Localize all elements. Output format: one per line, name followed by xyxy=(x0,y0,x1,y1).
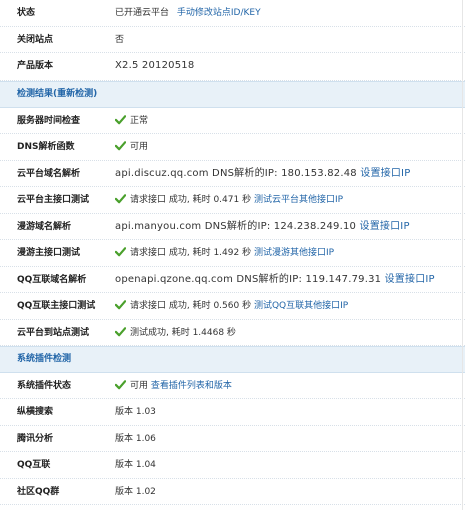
status-label: 状态 xyxy=(17,8,36,18)
row-text: 测试成功, 耗时 1.4468 秒 xyxy=(130,327,236,338)
status-text: 已开通云平台 xyxy=(115,8,170,18)
row-text: api.discuz.qq.com DNS解析的IP: 180.153.82.4… xyxy=(115,167,357,179)
row-label: 社区QQ群 xyxy=(17,486,60,497)
row-value: 可用 查看插件列表和版本 xyxy=(115,373,232,399)
row-text: 请求接口 成功, 耗时 1.492 秒 xyxy=(130,248,252,258)
row-text: api.manyou.com DNS解析的IP: 124.238.249.10 xyxy=(115,220,357,232)
product-version-value: X2.5 20120518 xyxy=(115,60,195,71)
close-site-label: 关闭站点 xyxy=(17,34,54,45)
right-border-divider xyxy=(462,0,463,510)
row-label: 系统插件状态 xyxy=(17,380,72,391)
system-plugin-section-header: 系统插件检测 xyxy=(0,346,465,373)
row-label: DNS解析函数 xyxy=(17,142,75,152)
row-label: 服务器时间检查 xyxy=(17,115,81,126)
modify-site-id-key-link[interactable]: 手动修改站点ID/KEY xyxy=(177,8,261,18)
view-plugin-list-link[interactable]: 查看插件列表和版本 xyxy=(151,381,232,391)
dns-function-row: DNS解析函数 可用 xyxy=(0,134,465,161)
row-value: 版本 1.04 xyxy=(115,460,156,470)
product-version-label: 产品版本 xyxy=(17,61,54,71)
row-value: api.manyou.com DNS解析的IP: 124.238.249.10 … xyxy=(115,214,410,240)
plugin-row: QQ互联 版本 1.04 xyxy=(0,452,465,479)
check-results-section-header: 检测结果(重新检测) xyxy=(0,81,465,108)
row-value: 可用 xyxy=(115,134,148,160)
qq-connect-domain-resolve-row: QQ互联域名解析 openapi.qzone.qq.com DNS解析的IP: … xyxy=(0,267,465,293)
row-label: QQ互联主接口测试 xyxy=(17,301,96,311)
plugin-row: 社区QQ群 版本 1.02 xyxy=(0,479,465,505)
set-interface-ip-link[interactable]: 设置接口IP xyxy=(360,221,410,232)
row-text: 可用 xyxy=(130,142,149,152)
section-title: 系统插件检测 xyxy=(17,354,72,364)
row-text: 请求接口 成功, 耗时 0.471 秒 xyxy=(130,195,252,205)
manyou-main-interface-test-row: 漫游主接口测试 请求接口 成功, 耗时 1.492 秒 测试漫游其他接口IP xyxy=(0,240,465,267)
row-label: 漫游域名解析 xyxy=(17,221,72,232)
test-other-manyou-ip-link[interactable]: 测试漫游其他接口IP xyxy=(254,248,334,258)
row-value: 请求接口 成功, 耗时 0.560 秒 测试QQ互联其他接口IP xyxy=(115,293,348,319)
system-plugin-status-row: 系统插件状态 可用 查看插件列表和版本 xyxy=(0,373,465,399)
row-label: 云平台主接口测试 xyxy=(17,195,90,205)
row-label: 漫游主接口测试 xyxy=(17,248,81,258)
set-interface-ip-link[interactable]: 设置接口IP xyxy=(360,168,410,179)
check-icon xyxy=(115,300,126,310)
check-icon xyxy=(115,114,126,124)
cloud-domain-resolve-row: 云平台域名解析 api.discuz.qq.com DNS解析的IP: 180.… xyxy=(0,161,465,187)
recheck-title-link[interactable]: 检测结果(重新检测) xyxy=(17,82,97,107)
check-icon xyxy=(115,141,126,151)
test-other-qq-connect-ip-link[interactable]: 测试QQ互联其他接口IP xyxy=(254,301,348,311)
row-value: 请求接口 成功, 耗时 1.492 秒 测试漫游其他接口IP xyxy=(115,240,334,266)
set-interface-ip-link[interactable]: 设置接口IP xyxy=(385,274,435,285)
row-label: QQ互联域名解析 xyxy=(17,274,87,285)
cloud-main-interface-test-row: 云平台主接口测试 请求接口 成功, 耗时 0.471 秒 测试云平台其他接口IP xyxy=(0,187,465,214)
row-value: openapi.qzone.qq.com DNS解析的IP: 119.147.7… xyxy=(115,267,435,293)
test-other-cloud-ip-link[interactable]: 测试云平台其他接口IP xyxy=(254,195,343,205)
row-label: QQ互联 xyxy=(17,460,51,470)
row-label: 腾讯分析 xyxy=(17,433,54,444)
row-value: 测试成功, 耗时 1.4468 秒 xyxy=(115,320,236,346)
manyou-domain-resolve-row: 漫游域名解析 api.manyou.com DNS解析的IP: 124.238.… xyxy=(0,214,465,240)
row-label: 纵横搜索 xyxy=(17,407,54,417)
close-site-row: 关闭站点 否 xyxy=(0,27,465,53)
row-text: 请求接口 成功, 耗时 0.560 秒 xyxy=(130,301,252,311)
row-value: 请求接口 成功, 耗时 0.471 秒 测试云平台其他接口IP xyxy=(115,187,343,213)
row-label: 云平台到站点测试 xyxy=(17,327,90,338)
row-value: 版本 1.02 xyxy=(115,486,156,497)
cloud-platform-diagnostics-panel: 状态 已开通云平台 手动修改站点ID/KEY 关闭站点 否 产品版本 X2.5 … xyxy=(0,0,465,505)
check-icon xyxy=(115,379,126,389)
check-icon xyxy=(115,194,126,204)
row-label: 云平台域名解析 xyxy=(17,168,81,179)
row-text: 正常 xyxy=(130,115,149,126)
row-value: 版本 1.03 xyxy=(115,407,156,417)
row-text: openapi.qzone.qq.com DNS解析的IP: 119.147.7… xyxy=(115,273,382,285)
check-icon xyxy=(115,247,126,257)
close-site-value: 否 xyxy=(115,34,125,45)
row-text: 可用 xyxy=(130,380,149,391)
server-time-check-row: 服务器时间检查 正常 xyxy=(0,108,465,134)
status-value: 已开通云平台 手动修改站点ID/KEY xyxy=(115,0,261,26)
row-value: 版本 1.06 xyxy=(115,433,156,444)
plugin-row: 腾讯分析 版本 1.06 xyxy=(0,426,465,452)
cloud-to-site-test-row: 云平台到站点测试 测试成功, 耗时 1.4468 秒 xyxy=(0,320,465,346)
status-row: 状态 已开通云平台 手动修改站点ID/KEY xyxy=(0,0,465,27)
product-version-row: 产品版本 X2.5 20120518 xyxy=(0,53,465,81)
row-value: api.discuz.qq.com DNS解析的IP: 180.153.82.4… xyxy=(115,161,410,187)
row-value: 正常 xyxy=(115,108,148,134)
check-icon xyxy=(115,326,126,336)
qq-connect-main-interface-test-row: QQ互联主接口测试 请求接口 成功, 耗时 0.560 秒 测试QQ互联其他接口… xyxy=(0,293,465,320)
plugin-row: 纵横搜索 版本 1.03 xyxy=(0,399,465,426)
